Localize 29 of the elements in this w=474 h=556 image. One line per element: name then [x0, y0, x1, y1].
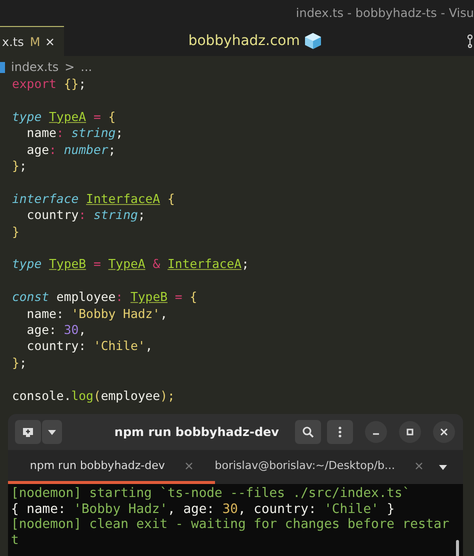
breadcrumb-item[interactable]: index.ts [11, 60, 59, 74]
code-line: name: string; [26, 125, 124, 142]
terminal-tab[interactable]: borislav@borislav:~/Desktop/b... [214, 450, 423, 484]
banner-text: bobbyhadz.com [188, 33, 300, 49]
code-line: export {}; [12, 76, 86, 92]
code-line: age: number; [26, 142, 116, 158]
code-line: } [12, 224, 20, 240]
breadcrumb-item[interactable]: ... [80, 60, 92, 74]
code-line: type TypeB = TypeA & InterfaceA; [12, 256, 249, 273]
modified-status-label: M [30, 34, 40, 48]
window-title: index.ts - bobbyhadz-ts - Visu [296, 6, 474, 20]
terminal-line: { name: 'Bobby Hadz', age: 30, country: 'Chile' } [11, 502, 395, 518]
breadcrumb-separator: > [64, 60, 75, 74]
code-line: }; [12, 158, 27, 174]
tab-label: x.ts [2, 34, 24, 48]
code-line: age: 30, [26, 322, 86, 338]
code-line: country: 'Chile', [26, 338, 153, 355]
terminal-line: [nodemon] starting `ts-node --files ./src/index.ts` [11, 486, 410, 502]
code-line: const employee: TypeB = { [12, 289, 198, 306]
terminal-title: npm run bobbyhadz-dev [113, 425, 280, 440]
code-line: type TypeA = { [12, 108, 116, 126]
terminal-line: [nodemon] clean exit - waiting for changes before restar [11, 517, 450, 533]
code-line: name: 'Bobby Hadz', [26, 306, 168, 322]
code-line: console.log(employee); [12, 388, 175, 404]
code-line: interface InterfaceA { [12, 190, 175, 208]
code-line: country: string; [26, 207, 146, 224]
editor-tab[interactable]: x.ts M [0, 26, 64, 56]
code-line: }; [12, 354, 27, 372]
terminal-line: t [11, 532, 19, 548]
